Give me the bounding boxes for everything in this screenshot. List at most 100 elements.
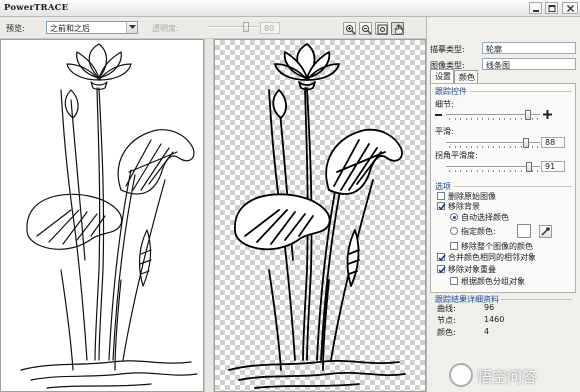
slider-tick xyxy=(471,146,472,148)
slider-tick xyxy=(488,146,489,148)
remove-overlap-label: 移除对象重叠 xyxy=(448,265,496,274)
nodes-label: 节点: xyxy=(437,316,456,325)
merge-adjacent-checkbox[interactable] xyxy=(437,253,446,262)
slider-tick xyxy=(477,170,478,172)
corner-smoothness-slider[interactable] xyxy=(446,162,540,172)
slider-tick xyxy=(482,146,483,148)
image-type-value: 线条图 xyxy=(486,61,510,70)
tab-colors[interactable]: 颜色 xyxy=(454,70,478,83)
checkmark-icon xyxy=(438,254,446,262)
slider-tick xyxy=(521,146,522,148)
remove-whole-color-checkbox[interactable] xyxy=(450,242,458,250)
tab-settings-label: 设置 xyxy=(435,72,451,81)
corner-smoothness-slider-thumb[interactable] xyxy=(526,162,532,172)
slider-tick xyxy=(499,170,500,172)
minus-icon xyxy=(435,114,442,116)
slider-tick xyxy=(510,146,511,148)
pane-splitter[interactable] xyxy=(204,39,214,392)
trace-type-value: 轮廓 xyxy=(486,45,502,54)
preview-label: 预览: xyxy=(6,24,25,33)
auto-color-label: 自动选择颜色 xyxy=(461,213,509,222)
transparency-slider-thumb[interactable] xyxy=(243,22,249,32)
smoothing-slider[interactable] xyxy=(446,138,540,148)
eyedropper-icon xyxy=(541,227,550,236)
chevron-down-icon xyxy=(126,22,137,33)
slider-tick xyxy=(455,146,456,148)
slider-tick xyxy=(460,146,461,148)
slider-tick xyxy=(460,170,461,172)
smoothing-value: 88 xyxy=(545,138,556,147)
curves-value: 96 xyxy=(484,303,495,312)
before-preview-pane[interactable] xyxy=(0,39,204,392)
tab-settings[interactable]: 设置 xyxy=(430,69,454,83)
transparency-input[interactable]: 80 xyxy=(260,22,280,34)
corner-smoothness-value: 91 xyxy=(545,162,556,171)
slider-tick xyxy=(515,118,516,120)
slider-tick xyxy=(504,118,505,120)
slider-tick xyxy=(449,118,450,120)
slider-tick xyxy=(532,146,533,148)
divider xyxy=(454,186,572,187)
remove-background-label: 移除背景 xyxy=(448,202,480,211)
slider-tick xyxy=(477,118,478,120)
close-button[interactable] xyxy=(562,2,578,14)
slider-tick xyxy=(449,170,450,172)
trace-controls-heading: 跟踪控件 xyxy=(435,87,467,96)
slider-tick xyxy=(482,118,483,120)
transparency-slider[interactable] xyxy=(208,22,258,32)
watermark-text: 悟空问答 xyxy=(477,368,538,386)
smoothing-input[interactable]: 88 xyxy=(541,137,565,148)
auto-color-radio[interactable] xyxy=(450,213,458,221)
image-type-dropdown[interactable]: 线条图 xyxy=(482,58,576,70)
slider-tick xyxy=(532,170,533,172)
zoom-out-button[interactable] xyxy=(359,22,372,35)
maximize-icon xyxy=(548,5,556,12)
detail-slider-thumb[interactable] xyxy=(525,110,531,120)
slider-tick xyxy=(466,146,467,148)
slider-tick xyxy=(493,146,494,148)
after-preview-pane[interactable] xyxy=(214,39,426,392)
divider xyxy=(500,299,572,300)
slider-tick xyxy=(493,118,494,120)
slider-tick xyxy=(471,170,472,172)
group-by-color-checkbox[interactable] xyxy=(450,277,458,285)
fit-to-window-button[interactable] xyxy=(375,22,388,35)
smoothing-slider-thumb[interactable] xyxy=(523,138,529,148)
slider-tick xyxy=(499,118,500,120)
colors-value: 4 xyxy=(484,327,490,336)
slider-tick xyxy=(537,118,538,120)
slider-tick xyxy=(493,170,494,172)
zoom-in-button[interactable] xyxy=(343,22,356,35)
checkmark-icon xyxy=(438,266,446,274)
zoom-out-icon xyxy=(362,25,372,35)
eyedropper-button[interactable] xyxy=(539,225,552,238)
tab-colors-label: 颜色 xyxy=(459,73,475,82)
window-title: PowerTRACE xyxy=(4,3,69,13)
color-swatch[interactable] xyxy=(517,224,531,238)
corner-smoothness-input[interactable]: 91 xyxy=(541,161,565,172)
minimize-button[interactable] xyxy=(529,2,542,14)
specify-color-radio[interactable] xyxy=(450,227,458,235)
nodes-value: 1460 xyxy=(484,315,505,324)
delete-original-checkbox[interactable] xyxy=(437,192,445,200)
divider xyxy=(470,91,572,92)
remove-overlap-checkbox[interactable] xyxy=(437,265,446,274)
slider-tick xyxy=(466,170,467,172)
smoothing-label: 平滑: xyxy=(435,127,454,136)
detail-slider[interactable] xyxy=(446,110,540,120)
preview-mode-value: 之前和之后 xyxy=(50,24,90,33)
curves-label: 曲线: xyxy=(437,304,456,313)
preview-mode-dropdown[interactable]: 之前和之后 xyxy=(46,21,138,34)
corner-smoothness-label: 拐角平滑度: xyxy=(435,151,478,160)
slider-tick xyxy=(482,170,483,172)
transparency-value: 80 xyxy=(264,24,275,33)
slider-tick xyxy=(537,146,538,148)
pan-button[interactable] xyxy=(391,22,404,35)
slider-tick xyxy=(488,170,489,172)
slider-tick xyxy=(477,146,478,148)
remove-background-checkbox[interactable] xyxy=(437,202,446,211)
trace-type-dropdown[interactable]: 轮廓 xyxy=(482,42,576,54)
slider-tick xyxy=(499,146,500,148)
slider-tick xyxy=(515,146,516,148)
maximize-button[interactable] xyxy=(545,2,558,14)
